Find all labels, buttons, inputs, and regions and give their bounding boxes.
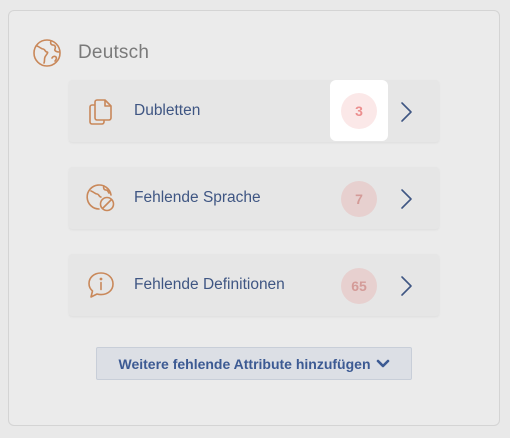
- duplicate-copy-icon: [89, 99, 112, 125]
- item-label: Dubletten: [134, 102, 201, 119]
- info-speech-bubble-icon: [88, 272, 114, 298]
- chevron-down-icon: [376, 359, 389, 367]
- count-badge: 7: [341, 181, 377, 217]
- add-missing-attributes-button[interactable]: Weitere fehlende Attribute hinzufügen: [96, 347, 412, 380]
- chevron-right-icon[interactable]: [397, 187, 415, 211]
- chevron-right-icon[interactable]: [397, 274, 415, 298]
- panel-header: Deutsch: [31, 37, 149, 69]
- list-item-fehlende-sprache[interactable]: Fehlende Sprache 7: [69, 167, 439, 229]
- list-item-fehlende-definitionen[interactable]: Fehlende Definitionen 65: [69, 254, 439, 316]
- panel-title: Deutsch: [78, 42, 150, 63]
- globe-missing-icon: [86, 184, 115, 212]
- badge-highlight[interactable]: 3: [330, 80, 388, 141]
- count-badge: 65: [341, 268, 377, 304]
- count-badge-dubletten[interactable]: 3: [341, 93, 377, 129]
- globe-icon: [33, 39, 61, 67]
- more-button-label: Weitere fehlende Attribute hinzufügen: [118, 355, 371, 372]
- item-label: Fehlende Sprache: [134, 189, 261, 206]
- chevron-right-icon[interactable]: [397, 100, 415, 124]
- item-label: Fehlende Definitionen: [134, 276, 285, 293]
